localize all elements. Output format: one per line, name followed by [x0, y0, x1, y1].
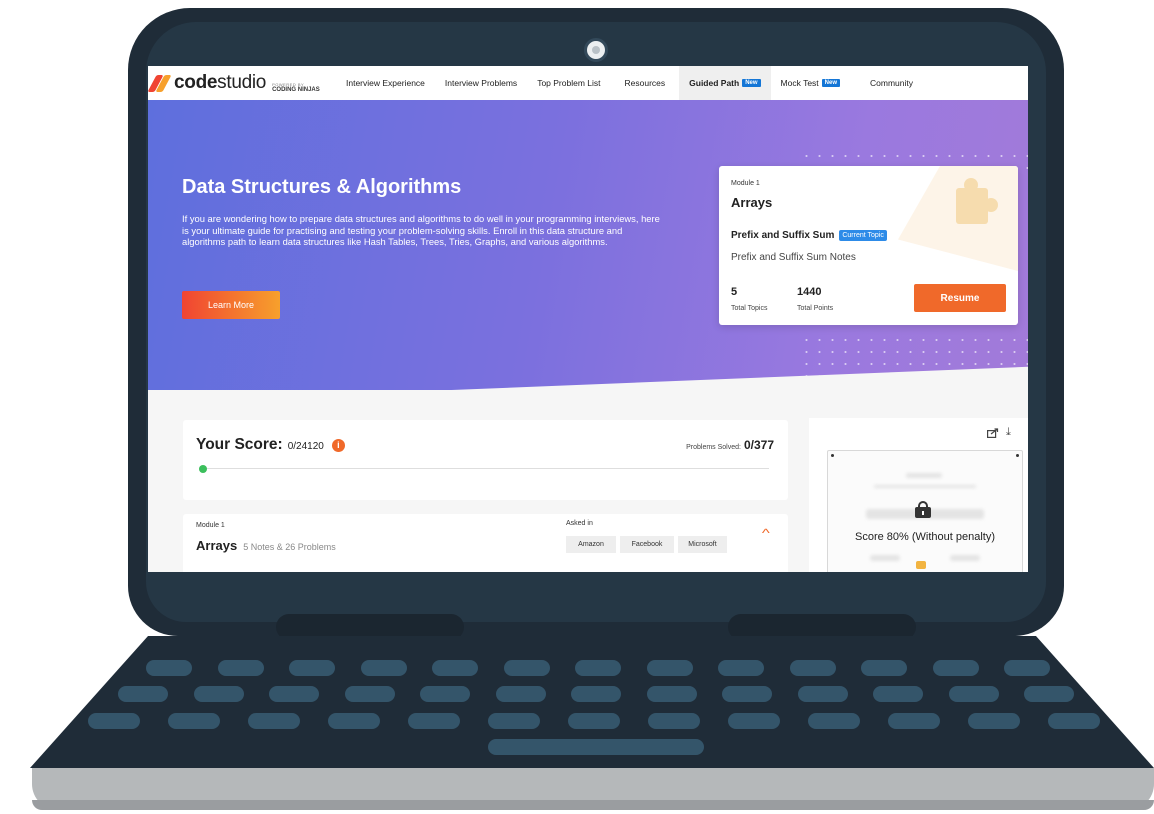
- nav-top-problem-list[interactable]: Top Problem List: [527, 66, 610, 100]
- lock-icon: [915, 501, 931, 518]
- share-icon[interactable]: [987, 428, 999, 438]
- powered-by: POWERED BY CODING NINJAS: [272, 81, 320, 93]
- laptop-screen: codestudio POWERED BY CODING NINJAS Inte…: [148, 66, 1028, 572]
- nav-community[interactable]: Community: [850, 66, 933, 100]
- brand-name: codestudio: [174, 72, 267, 93]
- keyboard-key: [1004, 660, 1050, 676]
- module-title: Arrays 5 Notes & 26 Problems: [196, 538, 336, 553]
- keyboard-key: [861, 660, 907, 676]
- keyboard-key: [217, 660, 264, 676]
- certificate-preview: Score 80% (Without penalty): [827, 450, 1023, 572]
- topic-name: Prefix and Suffix Sum: [731, 230, 835, 241]
- keyboard-key: [503, 660, 550, 676]
- keyboard-key: [873, 686, 923, 702]
- coding-ninjas-logo: CODING NINJAS: [272, 86, 320, 93]
- new-badge: New: [742, 79, 761, 87]
- dot-pattern: [800, 334, 1028, 386]
- keyboard-key: [146, 660, 192, 676]
- keyboard-key: [193, 686, 244, 702]
- download-icon[interactable]: ⤓: [1006, 426, 1011, 439]
- keyboard-key: [1024, 686, 1074, 702]
- resume-button[interactable]: Resume: [914, 284, 1006, 312]
- company-tag-facebook: Facebook: [620, 536, 674, 553]
- keyboard-key: [408, 713, 460, 729]
- info-icon[interactable]: i: [331, 438, 345, 452]
- company-tag-amazon: Amazon: [566, 536, 616, 553]
- keyboard-key: [968, 713, 1020, 729]
- keyboard-key: [789, 660, 836, 676]
- company-tag-microsoft: Microsoft: [678, 536, 727, 553]
- new-badge: New: [821, 79, 840, 87]
- module-row[interactable]: Module 1 Arrays 5 Notes & 26 Problems As…: [183, 514, 788, 572]
- module-label: Module 1: [731, 180, 760, 187]
- keyboard-key: [344, 686, 395, 702]
- current-topic-badge: Current Topic: [839, 230, 887, 241]
- keyboard-key: [269, 686, 319, 702]
- score-heading: Your Score: 0/24120 i: [196, 436, 345, 454]
- score-card: Your Score: 0/24120 i Problems Solved: 0…: [183, 420, 788, 500]
- module-label: Module 1: [196, 522, 225, 529]
- keyboard-key: [948, 686, 999, 702]
- problems-solved: Problems Solved: 0/377: [686, 438, 774, 452]
- keyboard-key: [495, 686, 546, 702]
- keyboard-key: [797, 686, 848, 702]
- asked-in-label: Asked in: [566, 520, 593, 527]
- webcam: [584, 38, 608, 62]
- hero-description: If you are wondering how to prepare data…: [182, 213, 660, 248]
- score-value: 0/24120: [287, 441, 324, 452]
- keyboard-key: [718, 660, 764, 676]
- keyboard-key: [88, 713, 140, 729]
- current-topic: Prefix and Suffix Sum Current Topic: [731, 230, 887, 241]
- keyboard-key: [646, 686, 697, 702]
- codestudio-logo-icon: [148, 74, 172, 92]
- chevron-up-icon[interactable]: ^: [762, 526, 770, 540]
- certificate-medal-icon: [916, 561, 926, 569]
- score-progress-indicator: [199, 465, 207, 473]
- keyboard-key: [648, 713, 700, 729]
- total-points-stat: 1440 Total Points: [797, 286, 834, 312]
- keyboard-key: [932, 660, 979, 676]
- laptop-base-edge: [32, 768, 1154, 810]
- keyboard-key: [289, 660, 335, 676]
- keyboard-key: [646, 660, 693, 676]
- certificate-lock-message: Score 80% (Without penalty): [854, 531, 995, 543]
- keyboard-key: [118, 686, 168, 702]
- nav-resources[interactable]: Resources: [611, 66, 680, 100]
- keyboard-spacebar: [488, 739, 704, 755]
- keyboard-key: [248, 713, 300, 729]
- topic-notes-link[interactable]: Prefix and Suffix Sum Notes: [731, 252, 856, 263]
- keyboard-key: [888, 713, 940, 729]
- certificate-panel: ⤓ Score 80% (Without penalty): [809, 418, 1028, 572]
- keyboard-key: [488, 713, 540, 729]
- keyboard-key: [420, 686, 470, 702]
- learn-more-button[interactable]: Learn More: [182, 291, 280, 319]
- keyboard-key: [328, 713, 380, 729]
- keyboard-key: [728, 713, 780, 729]
- keyboard-key: [1048, 713, 1100, 729]
- keyboard-key: [360, 660, 407, 676]
- nav-interview-problems[interactable]: Interview Problems: [435, 66, 527, 100]
- nav-interview-experience[interactable]: Interview Experience: [336, 66, 435, 100]
- hero-title: Data Structures & Algorithms: [182, 176, 462, 198]
- keyboard-key: [722, 686, 772, 702]
- keyboard-key: [568, 713, 620, 729]
- total-topics-stat: 5 Total Topics: [731, 286, 768, 312]
- top-navbar: codestudio POWERED BY CODING NINJAS Inte…: [148, 66, 1028, 101]
- keyboard-key: [571, 686, 621, 702]
- module-title: Arrays: [731, 195, 773, 210]
- codestudio-logo[interactable]: codestudio POWERED BY CODING NINJAS: [148, 72, 336, 94]
- nav-guided-path[interactable]: Guided Path New: [679, 66, 771, 100]
- current-progress-card: Module 1 Arrays Prefix and Suffix Sum Cu…: [719, 166, 1018, 325]
- score-progress-track: [203, 468, 769, 469]
- puzzle-icon: [898, 166, 1018, 271]
- nav-mock-test[interactable]: Mock Test New: [771, 66, 850, 100]
- keyboard-key: [432, 660, 478, 676]
- keyboard-key: [575, 660, 621, 676]
- module-count: 5 Notes & 26 Problems: [243, 542, 336, 552]
- keyboard-key: [808, 713, 860, 729]
- keyboard-key: [168, 713, 220, 729]
